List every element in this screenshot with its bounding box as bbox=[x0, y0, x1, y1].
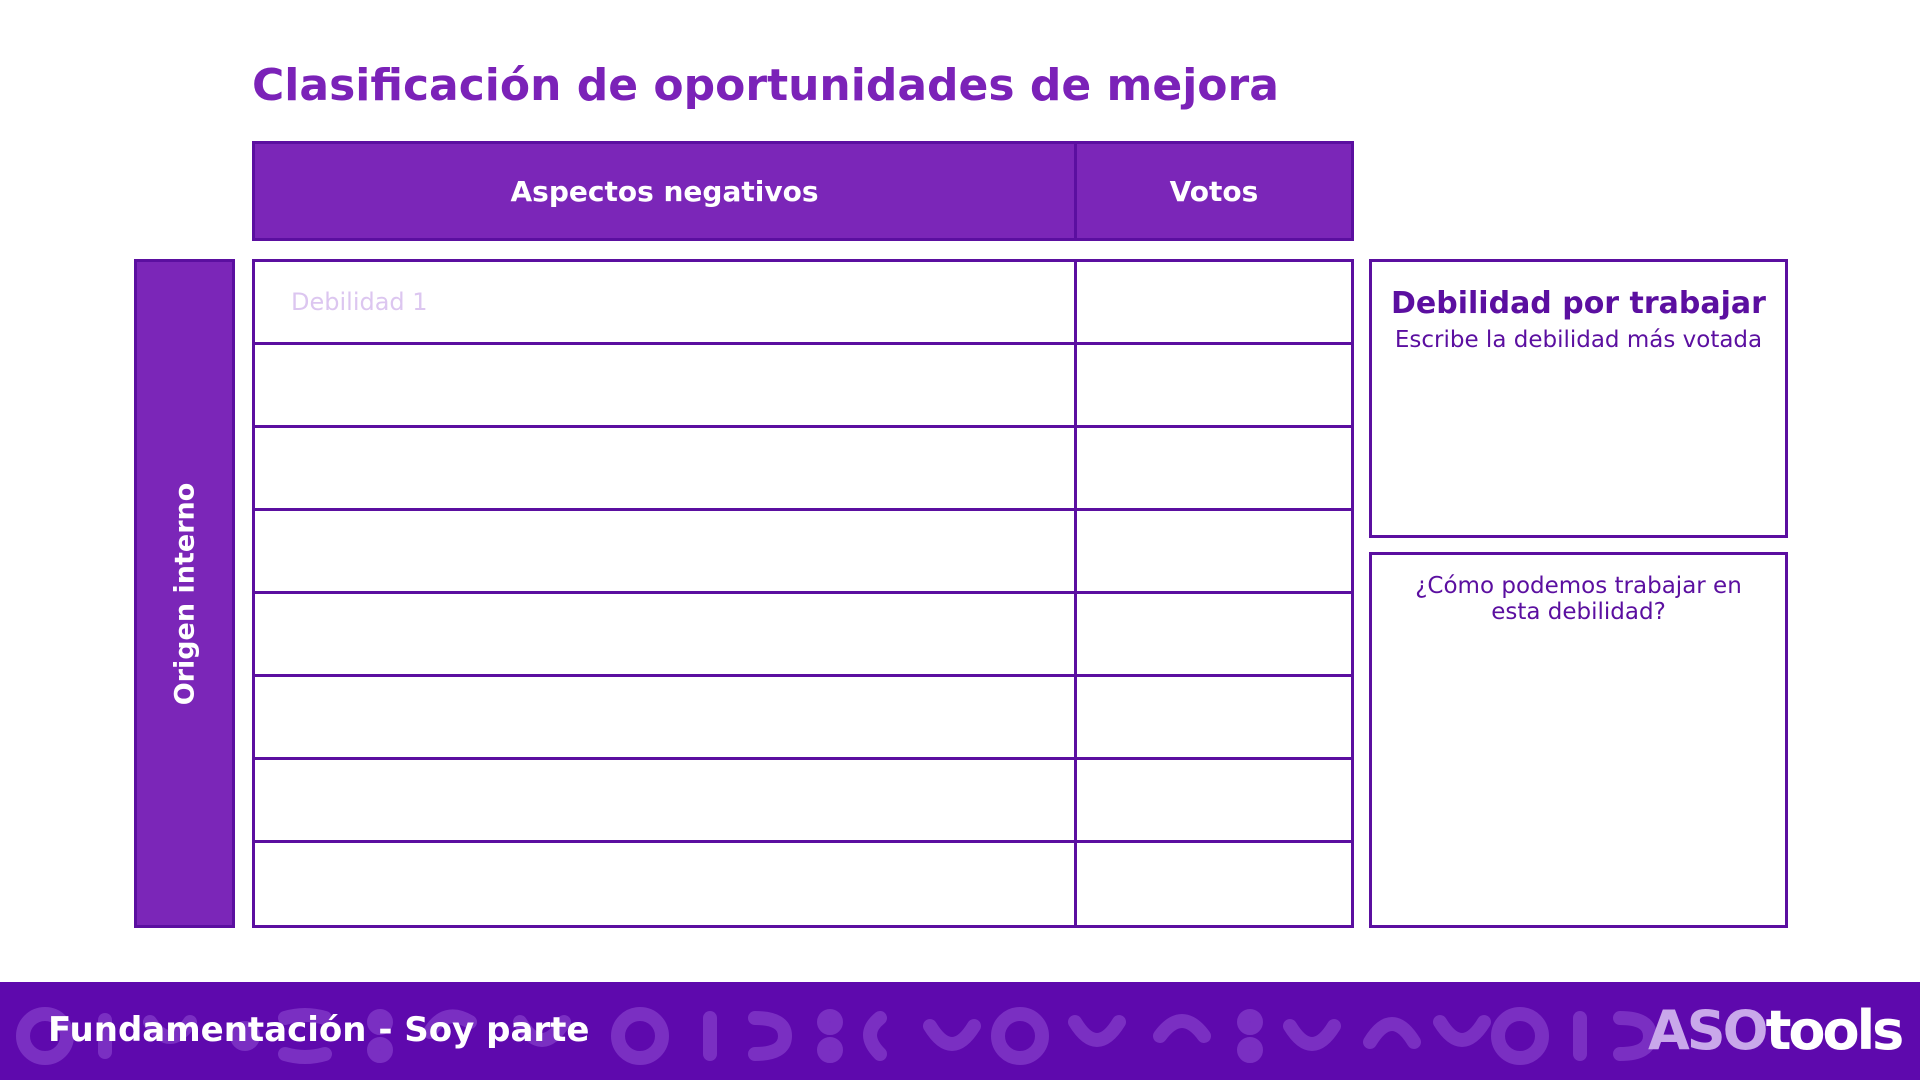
footer-title: Fundamentación - Soy parte bbox=[48, 1010, 590, 1050]
aspect-cell[interactable] bbox=[255, 677, 1077, 760]
table-row bbox=[255, 677, 1351, 760]
table-row: Debilidad 1 bbox=[255, 262, 1351, 345]
table-row bbox=[255, 594, 1351, 677]
aspect-cell[interactable] bbox=[255, 345, 1077, 428]
weakness-table: Debilidad 1 bbox=[252, 259, 1354, 928]
aspect-cell[interactable] bbox=[255, 511, 1077, 594]
panel-debilidad-por-trabajar[interactable]: Debilidad por trabajar Escribe la debili… bbox=[1369, 259, 1788, 538]
vote-cell[interactable] bbox=[1077, 594, 1351, 677]
panel-subtitle: Escribe la debilidad más votada bbox=[1394, 327, 1763, 353]
vote-cell[interactable] bbox=[1077, 843, 1351, 926]
aspect-cell[interactable] bbox=[255, 843, 1077, 926]
side-label-text: Origen interno bbox=[169, 482, 200, 705]
aspect-cell[interactable] bbox=[255, 428, 1077, 511]
panel-title: Debilidad por trabajar bbox=[1391, 286, 1766, 321]
footer-bar: Fundamentación - Soy parte ASO tools bbox=[0, 982, 1920, 1080]
panel-question: ¿Cómo podemos trabajar en esta debilidad… bbox=[1415, 573, 1742, 625]
table-row bbox=[255, 345, 1351, 428]
aspect-placeholder: Debilidad 1 bbox=[291, 288, 428, 316]
table-row bbox=[255, 843, 1351, 926]
vote-cell[interactable] bbox=[1077, 760, 1351, 843]
table-row bbox=[255, 760, 1351, 843]
logo-tools: tools bbox=[1765, 998, 1905, 1062]
header-aspectos-negativos: Aspectos negativos bbox=[252, 141, 1077, 241]
asotools-logo: ASO tools bbox=[1648, 998, 1905, 1062]
header-votos: Votos bbox=[1074, 141, 1354, 241]
aspect-cell[interactable]: Debilidad 1 bbox=[255, 262, 1077, 345]
logo-aso: ASO bbox=[1648, 998, 1769, 1062]
side-label-origen-interno: Origen interno bbox=[134, 259, 235, 928]
vote-cell[interactable] bbox=[1077, 345, 1351, 428]
vote-cell[interactable] bbox=[1077, 677, 1351, 760]
vote-cell[interactable] bbox=[1077, 262, 1351, 345]
panel-como-trabajar[interactable]: ¿Cómo podemos trabajar en esta debilidad… bbox=[1369, 552, 1788, 928]
table-row bbox=[255, 428, 1351, 511]
vote-cell[interactable] bbox=[1077, 511, 1351, 594]
aspect-cell[interactable] bbox=[255, 760, 1077, 843]
page-title: Clasificación de oportunidades de mejora bbox=[252, 60, 1279, 111]
vote-cell[interactable] bbox=[1077, 428, 1351, 511]
table-row bbox=[255, 511, 1351, 594]
aspect-cell[interactable] bbox=[255, 594, 1077, 677]
